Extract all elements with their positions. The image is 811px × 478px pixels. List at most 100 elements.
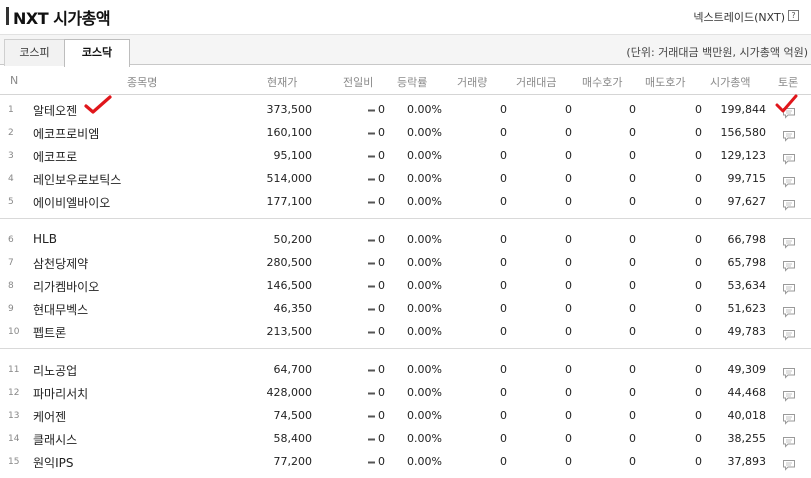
stock-name-link[interactable]: 케어젠 bbox=[33, 408, 66, 425]
bid-price: 0 bbox=[629, 195, 636, 208]
price-change: 0 bbox=[368, 103, 385, 116]
dash-icon bbox=[368, 149, 378, 162]
speech-bubble-icon[interactable] bbox=[782, 280, 796, 295]
bid-price: 0 bbox=[629, 103, 636, 116]
trade-value: 0 bbox=[565, 386, 572, 399]
trade-volume: 0 bbox=[500, 363, 507, 376]
table-row: 1 알테오젠 373,500 0 0.00% 0 0 0 0 199,844 bbox=[0, 99, 811, 122]
speech-bubble-icon[interactable] bbox=[782, 433, 796, 448]
table-row: 12 파마리서치 428,000 0 0.00% 0 0 0 0 44,468 bbox=[0, 382, 811, 405]
row-rank: 13 bbox=[8, 411, 20, 421]
table-row: 13 케어젠 74,500 0 0.00% 0 0 0 0 40,018 bbox=[0, 405, 811, 428]
col-header-discussion: 토론 bbox=[778, 76, 799, 89]
market-cap: 49,309 bbox=[727, 363, 767, 376]
price-change-value: 0 bbox=[378, 432, 385, 445]
stock-name-link[interactable]: 에이비엘바이오 bbox=[33, 194, 110, 211]
change-rate: 0.00% bbox=[407, 386, 442, 399]
price-change: 0 bbox=[368, 279, 385, 292]
market-cap: 51,623 bbox=[727, 302, 767, 315]
price-change-value: 0 bbox=[378, 302, 385, 315]
dash-icon bbox=[368, 126, 378, 139]
trade-value: 0 bbox=[565, 149, 572, 162]
stock-name-link[interactable]: 알테오젠 bbox=[33, 102, 77, 119]
price-change-value: 0 bbox=[378, 126, 385, 139]
price-change: 0 bbox=[368, 256, 385, 269]
stock-name-link[interactable]: 삼천당제약 bbox=[33, 255, 88, 272]
speech-bubble-icon[interactable] bbox=[782, 150, 796, 165]
bid-price: 0 bbox=[629, 279, 636, 292]
trade-volume: 0 bbox=[500, 409, 507, 422]
market-cap: 66,798 bbox=[727, 233, 767, 246]
stock-name-link[interactable]: HLB bbox=[33, 232, 57, 246]
row-rank: 8 bbox=[8, 281, 14, 291]
stock-name-link[interactable]: 현대무벡스 bbox=[33, 301, 88, 318]
price-change: 0 bbox=[368, 409, 385, 422]
table-row: 8 리가켐바이오 146,500 0 0.00% 0 0 0 0 53,634 bbox=[0, 275, 811, 298]
table-row: 15 원익IPS 77,200 0 0.00% 0 0 0 0 37,893 bbox=[0, 451, 811, 474]
stock-name-link[interactable]: 클래시스 bbox=[33, 431, 77, 448]
dash-icon bbox=[368, 195, 378, 208]
group-divider bbox=[0, 348, 811, 349]
row-rank: 2 bbox=[8, 128, 14, 138]
dash-icon bbox=[368, 279, 378, 292]
ask-price: 0 bbox=[695, 195, 702, 208]
speech-bubble-icon[interactable] bbox=[782, 104, 796, 119]
stock-name-link[interactable]: 리가켐바이오 bbox=[33, 278, 99, 295]
speech-bubble-icon[interactable] bbox=[782, 257, 796, 272]
market-cap: 97,627 bbox=[727, 195, 767, 208]
speech-bubble-icon[interactable] bbox=[782, 410, 796, 425]
bid-price: 0 bbox=[629, 256, 636, 269]
ask-price: 0 bbox=[695, 325, 702, 338]
table-row: 10 펩트론 213,500 0 0.00% 0 0 0 0 49,783 bbox=[0, 321, 811, 344]
ask-price: 0 bbox=[695, 103, 702, 116]
row-rank: 15 bbox=[8, 457, 20, 467]
tab-kospi[interactable]: 코스피 bbox=[4, 39, 65, 66]
tab-kosdaq[interactable]: 코스닥 bbox=[64, 39, 130, 67]
trade-value: 0 bbox=[565, 279, 572, 292]
price-change-value: 0 bbox=[378, 172, 385, 185]
speech-bubble-icon[interactable] bbox=[782, 364, 796, 379]
trade-volume: 0 bbox=[500, 195, 507, 208]
help-icon[interactable]: ? bbox=[788, 10, 799, 21]
table-header: N 종목명 현재가 전일비 등락률 거래량 거래대금 매수호가 매도호가 시가총… bbox=[0, 66, 811, 95]
dash-icon bbox=[368, 233, 378, 246]
ask-price: 0 bbox=[695, 172, 702, 185]
stock-name-link[interactable]: 파마리서치 bbox=[33, 385, 88, 402]
speech-bubble-icon[interactable] bbox=[782, 173, 796, 188]
row-rank: 12 bbox=[8, 388, 20, 398]
stock-name-link[interactable]: 리노공업 bbox=[33, 362, 77, 379]
speech-bubble-icon[interactable] bbox=[782, 456, 796, 471]
speech-bubble-icon[interactable] bbox=[782, 234, 796, 249]
stock-name-link[interactable]: 원익IPS bbox=[33, 454, 73, 471]
row-rank: 9 bbox=[8, 304, 14, 314]
current-price: 160,100 bbox=[266, 126, 313, 139]
market-cap: 99,715 bbox=[727, 172, 767, 185]
speech-bubble-icon[interactable] bbox=[782, 387, 796, 402]
market-cap: 53,634 bbox=[727, 279, 767, 292]
stock-name-link[interactable]: 에코프로비엠 bbox=[33, 125, 99, 142]
current-price: 146,500 bbox=[266, 279, 313, 292]
speech-bubble-icon[interactable] bbox=[782, 303, 796, 318]
table-row: 11 리노공업 64,700 0 0.00% 0 0 0 0 49,309 bbox=[0, 359, 811, 382]
change-rate: 0.00% bbox=[407, 279, 442, 292]
market-cap: 65,798 bbox=[727, 256, 767, 269]
col-header-name: 종목명 bbox=[127, 76, 158, 89]
stock-name-link[interactable]: 레인보우로보틱스 bbox=[33, 171, 121, 188]
price-change-value: 0 bbox=[378, 363, 385, 376]
current-price: 428,000 bbox=[266, 386, 313, 399]
price-change: 0 bbox=[368, 126, 385, 139]
speech-bubble-icon[interactable] bbox=[782, 196, 796, 211]
current-price: 514,000 bbox=[266, 172, 313, 185]
speech-bubble-icon[interactable] bbox=[782, 127, 796, 142]
stock-name-link[interactable]: 에코프로 bbox=[33, 148, 77, 165]
table-row: 2 에코프로비엠 160,100 0 0.00% 0 0 0 0 156,580 bbox=[0, 122, 811, 145]
bid-price: 0 bbox=[629, 386, 636, 399]
speech-bubble-icon[interactable] bbox=[782, 326, 796, 341]
trade-volume: 0 bbox=[500, 172, 507, 185]
price-change: 0 bbox=[368, 325, 385, 338]
col-header-no: N bbox=[10, 74, 19, 87]
stock-name-link[interactable]: 펩트론 bbox=[33, 324, 66, 341]
trade-volume: 0 bbox=[500, 233, 507, 246]
current-price: 95,100 bbox=[273, 149, 313, 162]
price-change-value: 0 bbox=[378, 325, 385, 338]
